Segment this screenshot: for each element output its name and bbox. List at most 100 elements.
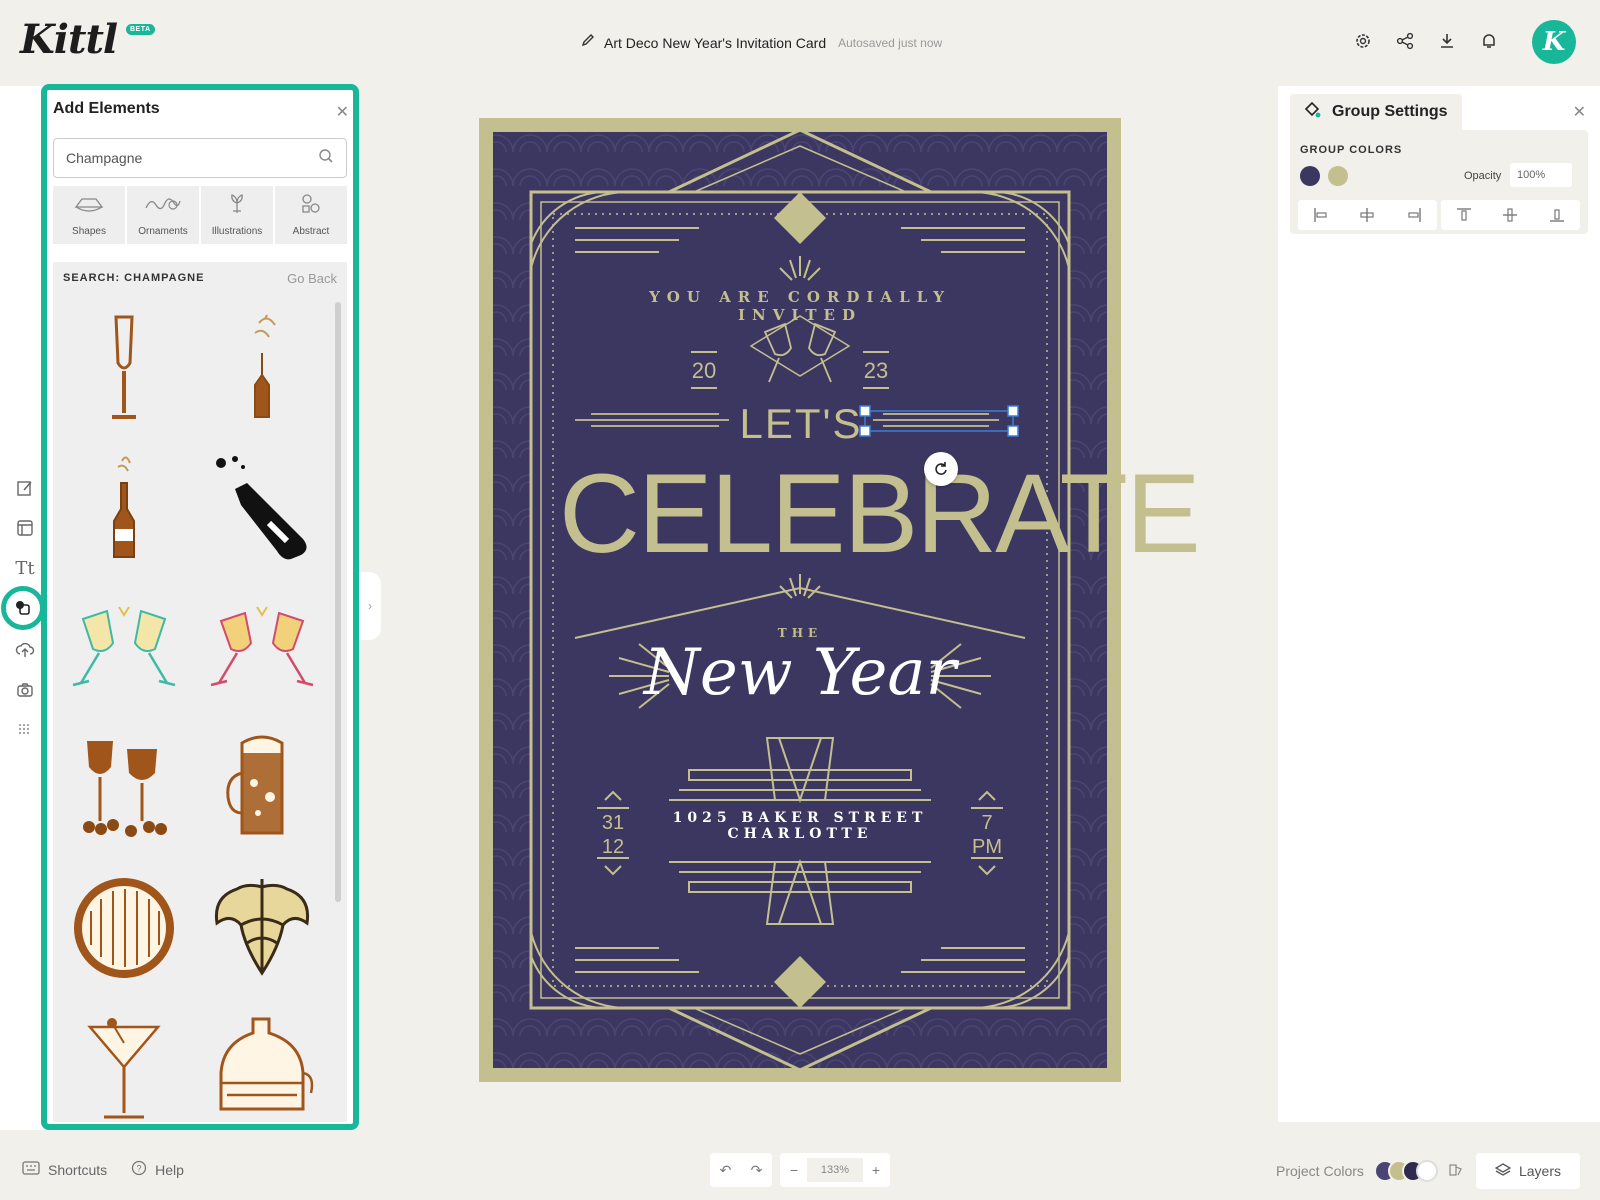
panel-collapse-toggle[interactable]: › (359, 572, 381, 640)
close-icon[interactable]: ✕ (336, 102, 349, 122)
settings-gear-icon[interactable] (1352, 30, 1374, 52)
help-label: Help (155, 1161, 184, 1178)
align-middle-vertical-icon[interactable] (1501, 206, 1519, 224)
beta-badge: BETA (126, 24, 155, 35)
paint-bucket-icon (1302, 100, 1322, 125)
pattern-grid-icon[interactable] (13, 718, 37, 742)
keyboard-icon (22, 1161, 40, 1178)
rotate-handle-icon[interactable] (924, 452, 958, 486)
align-center-horizontal-icon[interactable] (1358, 206, 1376, 224)
category-ornaments[interactable]: Ornaments (127, 186, 199, 244)
new-year-script[interactable]: New Year (619, 636, 981, 710)
undo-redo-controls: ↶ ↷ (710, 1153, 772, 1187)
opacity-input[interactable]: 100% (1510, 163, 1572, 187)
time-ampm-text[interactable]: PM (965, 836, 1009, 859)
user-avatar[interactable]: K (1532, 20, 1576, 64)
templates-icon[interactable] (13, 516, 37, 540)
shortcuts-link[interactable]: Shortcuts (22, 1160, 107, 1179)
vertical-align-group (1441, 200, 1580, 230)
toasting-glasses-teal-result[interactable] (63, 578, 185, 718)
group-settings-panel: Group Settings ✕ GROUP COLORS Opacity 10… (1278, 86, 1600, 1122)
project-color-dots (1373, 1160, 1438, 1182)
elements-icon[interactable] (1, 586, 45, 630)
date-day-text[interactable]: 31 (591, 812, 635, 835)
navy-color-swatch[interactable] (1300, 166, 1320, 186)
horizontal-align-group (1298, 200, 1437, 230)
group-settings-tab[interactable]: Group Settings (1290, 94, 1462, 130)
camera-icon[interactable] (13, 678, 37, 702)
invitation-card-canvas[interactable]: YOU ARE CORDIALLY INVITED 20 23 LET'S CE… (479, 118, 1201, 1082)
group-colors-label: GROUP COLORS (1300, 144, 1403, 156)
opacity-label: Opacity (1464, 170, 1502, 182)
category-illustrations[interactable]: Illustrations (201, 186, 273, 244)
close-icon[interactable]: ✕ (1573, 102, 1586, 122)
year-left-text[interactable]: 20 (682, 358, 726, 384)
card-artwork (493, 128, 1107, 1072)
search-box (53, 138, 347, 178)
group-settings-title: Group Settings (1332, 103, 1448, 120)
edit-icon[interactable] (13, 476, 37, 500)
brewing-kettle-result[interactable] (201, 998, 323, 1124)
download-icon[interactable] (1436, 30, 1458, 52)
wooden-barrel-result[interactable] (63, 858, 185, 998)
champagne-bottle-result[interactable] (63, 438, 185, 578)
toasting-glasses-pink-result[interactable] (201, 578, 323, 718)
martini-glass-result[interactable] (63, 998, 185, 1124)
results-scrollbar[interactable] (335, 302, 341, 902)
undo-icon[interactable]: ↶ (720, 1162, 732, 1179)
champagne-flute-result[interactable] (63, 298, 185, 438)
beer-mug-result[interactable] (201, 718, 323, 858)
align-bottom-icon[interactable] (1548, 206, 1566, 224)
search-input[interactable] (66, 150, 318, 166)
address-line-1[interactable]: 1025 BAKER STREET (650, 810, 950, 826)
align-left-icon[interactable] (1312, 206, 1330, 224)
bottle-uncorking-result[interactable] (201, 438, 323, 578)
shortcuts-label: Shortcuts (48, 1161, 108, 1178)
year-right-text[interactable]: 23 (854, 358, 898, 384)
top-bar: Kittl BETA Art Deco New Year's Invitatio… (0, 0, 1600, 84)
document-title-bar: Art Deco New Year's Invitation Card Auto… (580, 32, 942, 53)
popping-bottle-result[interactable] (201, 298, 323, 438)
layers-label: Layers (1518, 1163, 1562, 1179)
panel-title: Add Elements (53, 100, 160, 117)
category-shapes[interactable]: Shapes (53, 186, 125, 244)
address-line-2[interactable]: CHARLOTTE (650, 826, 950, 842)
search-icon[interactable] (318, 148, 334, 169)
zoom-level[interactable]: 133% (807, 1158, 863, 1182)
upload-icon[interactable] (13, 638, 37, 662)
zoom-controls: − 133% + (780, 1153, 890, 1187)
document-title[interactable]: Art Deco New Year's Invitation Card (604, 35, 826, 51)
layers-button[interactable]: Layers (1476, 1153, 1580, 1189)
invitation-arc-text[interactable]: YOU ARE CORDIALLY INVITED (610, 288, 990, 324)
category-abstract[interactable]: Abstract (275, 186, 347, 244)
notification-bell-icon[interactable] (1478, 30, 1500, 52)
align-top-icon[interactable] (1455, 206, 1473, 224)
kittl-logo[interactable]: Kittl (20, 16, 118, 63)
hop-cone-result[interactable] (201, 858, 323, 998)
category-label: Ornaments (138, 226, 188, 237)
autosave-status: Autosaved just now (838, 35, 943, 50)
gold-color-swatch[interactable] (1328, 166, 1348, 186)
project-colors[interactable]: Project Colors (1276, 1160, 1464, 1182)
time-number-text[interactable]: 7 (965, 812, 1009, 835)
add-elements-panel: Add Elements ✕ Shapes Ornaments Illustra… (41, 84, 359, 1130)
help-link[interactable]: ? Help (131, 1160, 184, 1179)
color-dot (1415, 1160, 1438, 1182)
zoom-out-icon[interactable]: − (790, 1162, 798, 1178)
zoom-in-icon[interactable]: + (872, 1162, 880, 1178)
align-right-icon[interactable] (1405, 206, 1423, 224)
redo-icon[interactable]: ↷ (751, 1162, 763, 1179)
left-toolbar: Tt (0, 86, 45, 1130)
project-colors-label: Project Colors (1276, 1163, 1364, 1179)
category-label: Abstract (292, 226, 330, 237)
celebrate-heading[interactable]: CELEBRATE (559, 454, 1201, 574)
text-tool-icon[interactable]: Tt (13, 556, 37, 580)
date-month-text[interactable]: 12 (591, 836, 635, 859)
pencil-icon[interactable] (580, 32, 596, 53)
wine-glasses-grapes-result[interactable] (63, 718, 185, 858)
lets-heading[interactable]: LET'S (729, 400, 873, 448)
ornaments-icon (143, 193, 183, 220)
category-tabs: Shapes Ornaments Illustrations Abstract (53, 186, 347, 244)
share-icon[interactable] (1394, 30, 1416, 52)
go-back-link[interactable]: Go Back (287, 271, 337, 286)
